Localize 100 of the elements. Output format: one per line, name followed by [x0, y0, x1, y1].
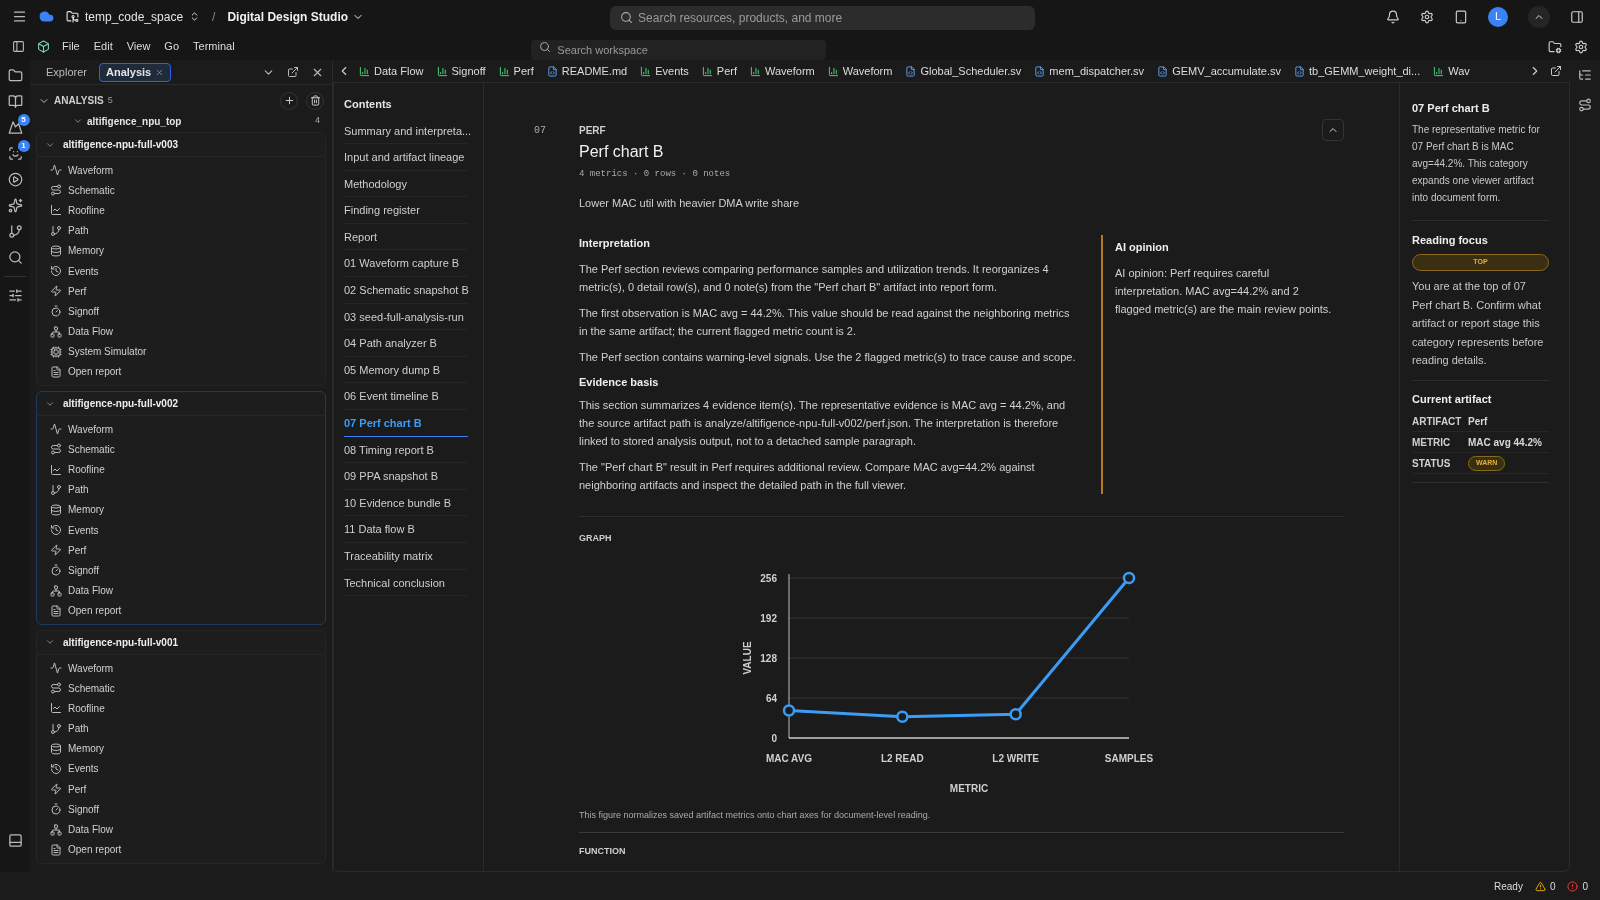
- sparkles-icon[interactable]: [7, 198, 23, 213]
- error-count[interactable]: 0: [1567, 878, 1588, 894]
- external-link-icon[interactable]: [1550, 65, 1562, 77]
- analysis-item[interactable]: Signoff: [68, 562, 99, 578]
- editor-tab[interactable]: Waveform: [827, 62, 893, 80]
- analysis-item[interactable]: Path: [68, 721, 89, 737]
- editor-tab[interactable]: Waveform: [750, 62, 815, 80]
- analysis-item[interactable]: Waveform: [68, 421, 114, 437]
- contents-link[interactable]: Methodology: [344, 171, 468, 198]
- editor-tab[interactable]: Signoff: [436, 62, 486, 80]
- sliders-icon[interactable]: [7, 288, 23, 303]
- global-search-field[interactable]: Search resources, products, and more: [610, 5, 1036, 30]
- play-icon[interactable]: [7, 172, 23, 187]
- contents-link[interactable]: 01 Waveform capture B: [344, 251, 468, 278]
- contents-link[interactable]: 11 Data flow B: [344, 517, 468, 543]
- contents-link[interactable]: 10 Evidence bundle B: [344, 490, 468, 517]
- branch-icon[interactable]: [7, 224, 23, 239]
- notifications-icon[interactable]: [1386, 9, 1400, 24]
- route-icon[interactable]: [1578, 98, 1592, 112]
- user-avatar[interactable]: L: [1488, 6, 1508, 27]
- analysis-item[interactable]: Open report: [68, 364, 122, 380]
- chevron-down-icon[interactable]: [73, 116, 83, 126]
- analysis-item[interactable]: Roofline: [68, 202, 105, 218]
- contents-link[interactable]: Traceability matrix: [344, 543, 468, 570]
- analysis-item[interactable]: Perf: [68, 781, 87, 797]
- analysis-item[interactable]: Open report: [68, 842, 122, 858]
- group-title[interactable]: altifigence-npu-full-v001: [63, 634, 178, 650]
- panel-left-icon[interactable]: [12, 40, 25, 53]
- menu-item[interactable]: File: [62, 38, 80, 55]
- external-link-icon[interactable]: [287, 66, 299, 78]
- analysis-item[interactable]: Memory: [68, 243, 105, 259]
- panel-bottom-icon[interactable]: [7, 833, 23, 848]
- contents-link[interactable]: Summary and interpreta...: [344, 118, 468, 145]
- analysis-item[interactable]: Memory: [68, 741, 105, 757]
- analysis-item[interactable]: Signoff: [68, 801, 99, 817]
- analysis-item[interactable]: Waveform: [68, 660, 114, 676]
- collapse-button[interactable]: [1528, 5, 1550, 28]
- analysis-item[interactable]: Data Flow: [68, 324, 113, 340]
- settings-icon[interactable]: [1574, 39, 1588, 54]
- analysis-item[interactable]: Signoff: [68, 303, 99, 319]
- contents-link[interactable]: Report: [344, 224, 468, 251]
- editor-tab[interactable]: tb_GEMM_weight_di...: [1293, 62, 1421, 80]
- folder-settings-icon[interactable]: [1548, 39, 1562, 54]
- settings-icon[interactable]: [1420, 9, 1434, 24]
- editor-tab[interactable]: README.md: [546, 62, 628, 80]
- analysis-item[interactable]: Events: [68, 263, 99, 279]
- analysis-item[interactable]: Events: [68, 522, 99, 538]
- menu-item[interactable]: Edit: [93, 38, 113, 55]
- contents-link[interactable]: 08 Timing report B: [344, 437, 468, 464]
- search-icon[interactable]: [7, 250, 23, 265]
- tree-root-label[interactable]: altifigence_npu_top: [87, 113, 182, 129]
- analysis-item[interactable]: Perf: [68, 283, 87, 299]
- editor-tab[interactable]: Events: [640, 62, 689, 80]
- menu-item[interactable]: Terminal: [193, 38, 235, 55]
- editor-tab[interactable]: GEMV_accumulate.sv: [1157, 62, 1281, 80]
- group-title[interactable]: altifigence-npu-full-v003: [63, 137, 178, 152]
- analysis-item[interactable]: Schematic: [68, 182, 115, 198]
- contents-link[interactable]: 05 Memory dump B: [344, 357, 468, 384]
- face-scan-icon[interactable]: [7, 146, 23, 161]
- book-icon[interactable]: [7, 94, 23, 109]
- menu-item[interactable]: View: [126, 38, 151, 55]
- contents-link[interactable]: Input and artifact lineage: [344, 145, 468, 171]
- folder-icon[interactable]: [7, 68, 23, 83]
- analysis-item[interactable]: Data Flow: [68, 822, 113, 838]
- analysis-item[interactable]: Roofline: [68, 700, 105, 716]
- warning-count[interactable]: 0: [1534, 878, 1556, 894]
- analysis-item[interactable]: Waveform: [68, 162, 114, 178]
- contents-link[interactable]: 09 PPA snapshot B: [344, 464, 468, 490]
- editor-tab[interactable]: Perf: [498, 62, 534, 80]
- analysis-item[interactable]: Events: [68, 761, 99, 777]
- contents-link[interactable]: Finding register: [344, 198, 468, 224]
- group-title[interactable]: altifigence-npu-full-v002: [63, 396, 178, 412]
- sidebar-tab[interactable]: Explorer: [38, 62, 95, 82]
- workspace-search-field[interactable]: Search workspace: [531, 39, 827, 60]
- outline-icon[interactable]: [1578, 68, 1592, 82]
- workspace-switcher[interactable]: temp_code_space: [66, 7, 201, 26]
- collapse-button[interactable]: [1322, 119, 1344, 141]
- analysis-item[interactable]: Perf: [68, 542, 87, 558]
- analysis-item[interactable]: Data Flow: [68, 583, 113, 599]
- analysis-item[interactable]: System Simulator: [68, 344, 147, 360]
- contents-link[interactable]: 03 seed-full-analysis-run: [344, 304, 468, 331]
- editor-tab[interactable]: Global_Scheduler.sv: [905, 62, 1022, 80]
- contents-link[interactable]: 04 Path analyzer B: [344, 331, 468, 357]
- contents-link[interactable]: 07 Perf chart B: [344, 410, 468, 437]
- mountain-icon[interactable]: [7, 120, 23, 135]
- project-switcher[interactable]: Digital Design Studio: [227, 7, 365, 26]
- contents-link[interactable]: 06 Event timeline B: [344, 384, 468, 411]
- menu-icon[interactable]: [12, 9, 27, 24]
- sidebar-tab[interactable]: Analysis: [98, 62, 172, 82]
- analysis-item[interactable]: Open report: [68, 603, 122, 619]
- tablet-icon[interactable]: [1454, 9, 1468, 24]
- menu-item[interactable]: Go: [164, 38, 180, 55]
- analysis-item[interactable]: Roofline: [68, 462, 105, 478]
- contents-link[interactable]: Technical conclusion: [344, 570, 468, 597]
- analysis-item[interactable]: Schematic: [68, 441, 115, 457]
- editor-tab[interactable]: Perf: [701, 62, 737, 80]
- contents-link[interactable]: 02 Schematic snapshot B: [344, 277, 468, 304]
- panel-right-icon[interactable]: [1570, 9, 1584, 24]
- editor-tab[interactable]: Wav: [1433, 62, 1470, 80]
- analysis-item[interactable]: Schematic: [68, 680, 115, 696]
